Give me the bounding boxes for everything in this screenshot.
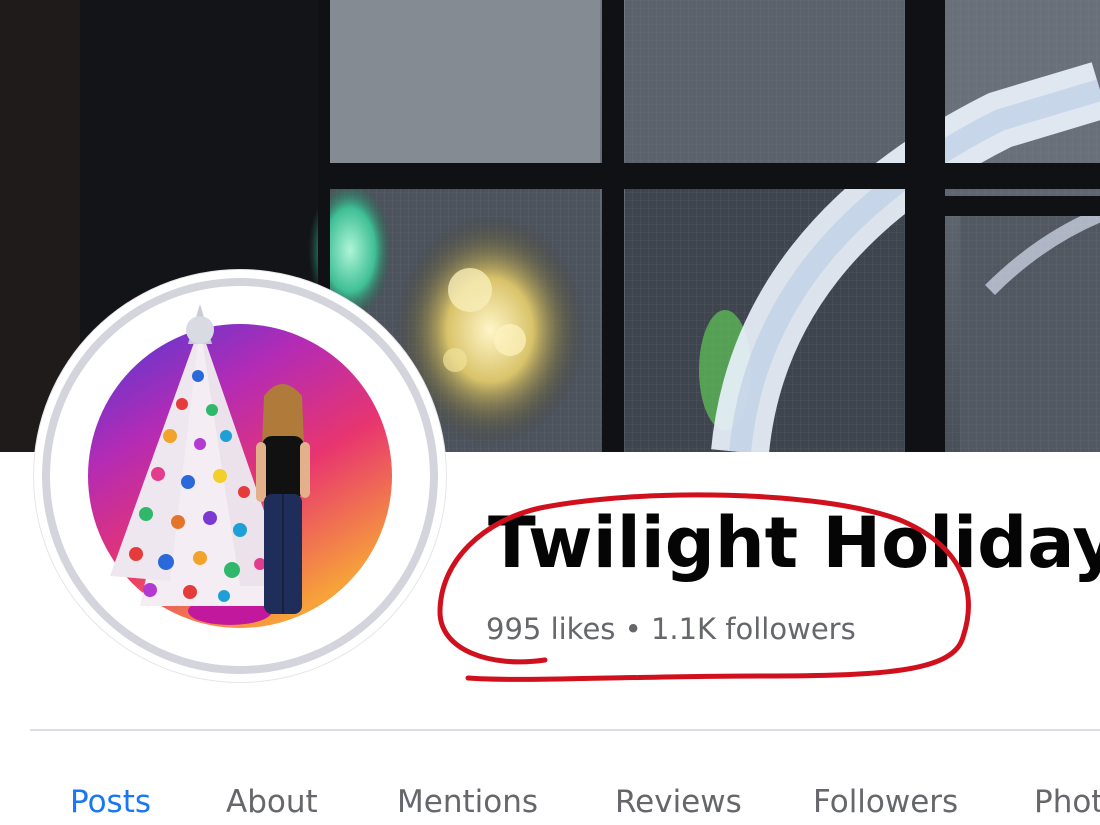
divider	[30, 729, 1100, 731]
tab-mentions[interactable]: Mentions	[397, 784, 538, 820]
tab-photos[interactable]: Photos	[1034, 784, 1100, 820]
tab-posts[interactable]: Posts	[70, 784, 151, 820]
page-title: Twilight Holiday	[488, 502, 1100, 584]
page-stats[interactable]: 995 likes • 1.1K followers	[486, 612, 856, 646]
tab-reviews[interactable]: Reviews	[615, 784, 742, 820]
page-tabs: Posts About Mentions Reviews Followers P…	[0, 770, 1100, 825]
profile-picture[interactable]	[34, 270, 446, 682]
profile-picture-border	[42, 278, 438, 674]
profile-picture-image	[50, 286, 430, 666]
tab-about[interactable]: About	[226, 784, 318, 820]
tab-followers[interactable]: Followers	[813, 784, 958, 820]
